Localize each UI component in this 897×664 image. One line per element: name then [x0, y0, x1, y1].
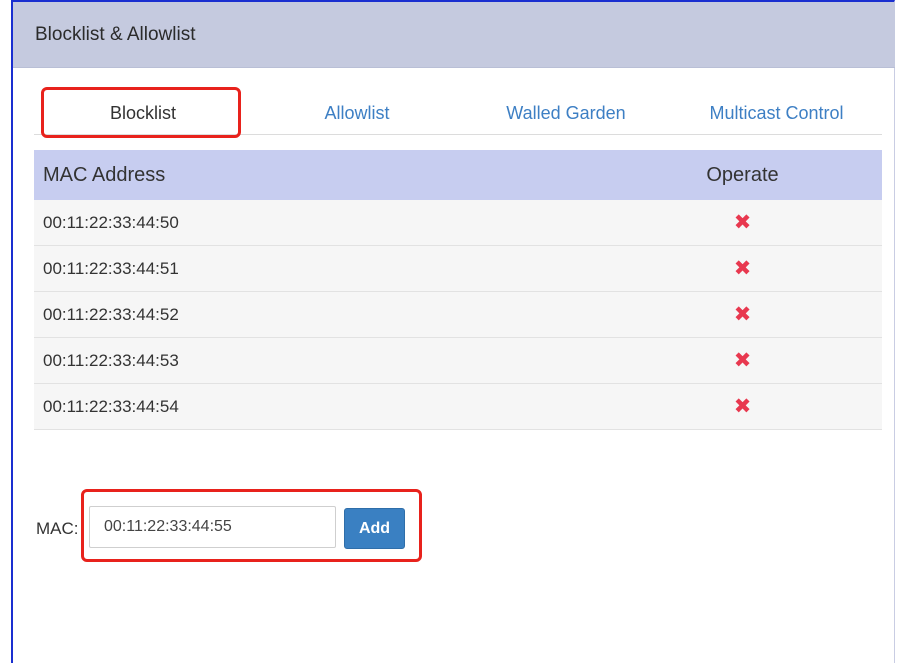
- highlight-box-form: [81, 489, 422, 562]
- mac-label: MAC:: [36, 519, 79, 538]
- delete-x-icon[interactable]: ✖: [734, 350, 752, 371]
- table-row: 00:11:22:33:44:53 ✖: [34, 337, 882, 384]
- tab-walled-garden[interactable]: Walled Garden: [486, 88, 646, 134]
- table-row: 00:11:22:33:44:54 ✖: [34, 383, 882, 430]
- panel-header: Blocklist & Allowlist: [13, 2, 895, 68]
- mac-table: MAC Address Operate 00:11:22:33:44:50 ✖ …: [34, 150, 882, 430]
- column-header-operate: Operate: [603, 150, 882, 200]
- operate-cell: ✖: [603, 245, 882, 292]
- delete-x-icon[interactable]: ✖: [734, 258, 752, 279]
- mac-cell: 00:11:22:33:44:51: [34, 245, 603, 292]
- operate-cell: ✖: [603, 291, 882, 338]
- panel-title: Blocklist & Allowlist: [35, 24, 196, 45]
- mac-cell: 00:11:22:33:44:52: [34, 291, 603, 338]
- operate-cell: ✖: [603, 200, 882, 246]
- tab-allowlist[interactable]: Allowlist: [302, 88, 412, 134]
- table-header-row: MAC Address Operate: [34, 150, 882, 200]
- mac-cell: 00:11:22:33:44:54: [34, 383, 603, 430]
- table-row: 00:11:22:33:44:52 ✖: [34, 291, 882, 338]
- mac-cell: 00:11:22:33:44:53: [34, 337, 603, 384]
- mac-cell: 00:11:22:33:44:50: [34, 200, 603, 246]
- highlight-box-tab: [41, 87, 241, 138]
- delete-x-icon[interactable]: ✖: [734, 304, 752, 325]
- table-row: 00:11:22:33:44:51 ✖: [34, 245, 882, 292]
- delete-x-icon[interactable]: ✖: [734, 396, 752, 417]
- operate-cell: ✖: [603, 383, 882, 430]
- table-row: 00:11:22:33:44:50 ✖: [34, 200, 882, 246]
- delete-x-icon[interactable]: ✖: [734, 212, 752, 233]
- tab-multicast-control[interactable]: Multicast Control: [694, 88, 859, 134]
- operate-cell: ✖: [603, 337, 882, 384]
- column-header-mac: MAC Address: [34, 150, 603, 200]
